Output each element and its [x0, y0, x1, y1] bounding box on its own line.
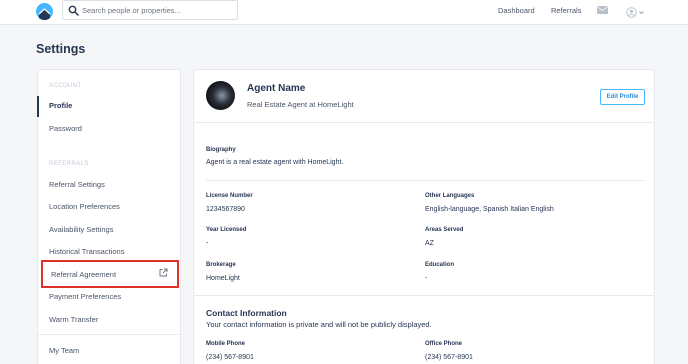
agent-avatar	[206, 81, 235, 110]
contact-info-title: Contact Information	[206, 308, 287, 318]
agent-role: Real Estate Agent at HomeLight	[247, 100, 354, 109]
user-menu[interactable]	[626, 5, 646, 18]
sidebar-item-historical-transactions[interactable]: Historical Transactions	[49, 247, 124, 256]
education-value: -	[425, 275, 428, 282]
referral-agreement-highlight[interactable]: Referral Agreement	[41, 260, 179, 288]
chevron-down-icon	[639, 11, 644, 15]
sidebar-item-password[interactable]: Password	[49, 124, 82, 133]
sidebar-item-warm-transfer[interactable]: Warm Transfer	[49, 315, 98, 324]
profile-card: Agent Name Real Estate Agent at HomeLigh…	[193, 69, 655, 364]
sidebar-heading-account: ACCOUNT	[49, 83, 82, 89]
active-indicator	[37, 96, 39, 117]
areas-served-value: AZ	[425, 240, 434, 247]
nav-dashboard-link[interactable]: Dashboard	[498, 6, 535, 15]
biography-label: Biography	[206, 147, 236, 153]
contact-divider	[194, 295, 654, 296]
license-number-value: 1234567890	[206, 206, 245, 213]
mail-icon[interactable]	[597, 6, 608, 14]
office-phone-label: Office Phone	[425, 341, 463, 347]
year-licensed-label: Year Licensed	[206, 227, 247, 233]
sidebar-heading-referrals: REFERRALS	[49, 161, 89, 167]
sidebar-divider	[38, 334, 180, 335]
search-box[interactable]	[62, 0, 238, 20]
mobile-phone-value: (234) 567-8901	[206, 354, 254, 361]
agent-name: Agent Name	[247, 83, 306, 94]
contact-info-subtitle: Your contact information is private and …	[206, 320, 432, 329]
search-icon	[68, 5, 79, 16]
sidebar-item-referral-agreement[interactable]: Referral Agreement	[51, 270, 116, 279]
sidebar-item-my-team[interactable]: My Team	[49, 346, 79, 355]
other-languages-label: Other Languages	[425, 193, 475, 199]
external-link-icon[interactable]	[159, 268, 168, 277]
other-languages-value: English-language, Spanish Italian Englis…	[425, 206, 554, 213]
user-icon	[626, 7, 637, 18]
brokerage-label: Brokerage	[206, 262, 236, 268]
edit-profile-button[interactable]: Edit Profile	[600, 89, 645, 105]
license-number-label: License Number	[206, 193, 253, 199]
sidebar-item-availability-settings[interactable]: Availability Settings	[49, 225, 113, 234]
sidebar-item-referral-settings[interactable]: Referral Settings	[49, 180, 105, 189]
top-navbar: Dashboard Referrals	[0, 0, 688, 25]
mobile-phone-label: Mobile Phone	[206, 341, 245, 347]
bio-divider	[206, 180, 644, 181]
sidebar-item-profile[interactable]: Profile	[49, 101, 72, 110]
homelight-logo[interactable]	[36, 3, 53, 20]
education-label: Education	[425, 262, 455, 268]
office-phone-value: (234) 567-8901	[425, 354, 473, 361]
page-title: Settings	[36, 42, 86, 56]
biography-text: Agent is a real estate agent with HomeLi…	[206, 159, 344, 166]
header-divider	[194, 122, 654, 123]
search-input[interactable]	[82, 3, 232, 18]
nav-referrals-link[interactable]: Referrals	[551, 6, 581, 15]
sidebar-item-payment-preferences[interactable]: Payment Preferences	[49, 292, 121, 301]
brokerage-value: HomeLight	[206, 275, 240, 282]
areas-served-label: Areas Served	[425, 227, 464, 233]
settings-sidebar: ACCOUNT Profile Password REFERRALS Refer…	[37, 69, 181, 364]
sidebar-item-location-preferences[interactable]: Location Preferences	[49, 202, 120, 211]
year-licensed-value: -	[206, 240, 209, 247]
